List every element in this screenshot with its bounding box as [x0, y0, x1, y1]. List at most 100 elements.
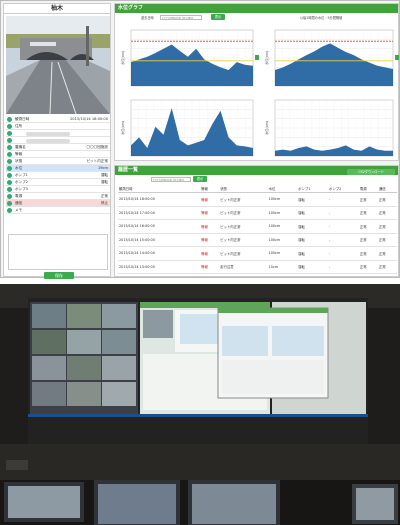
camera-image	[6, 16, 110, 114]
list-show-button[interactable]: 表示	[193, 176, 207, 182]
water-level-charts: 水位(cm) 水位(cm) 水位(cm) 水位(cm)	[120, 29, 399, 157]
column-header[interactable]: 状態	[219, 185, 268, 193]
info-row: ポンプ2 運転	[6, 179, 110, 186]
info-label: 水位	[15, 166, 23, 170]
info-row: 農機名 〇〇〇団施設	[6, 144, 110, 151]
info-label: 住所	[15, 124, 23, 128]
memo-field[interactable]	[8, 234, 108, 270]
table-cell: 2015/10/14 18:00:00	[118, 192, 201, 207]
table-row: 2015/10/14 13:00:00 警報 走行注意 15cm 運転 - 正常 正常	[118, 260, 397, 274]
info-row	[6, 130, 110, 137]
status-icon	[7, 138, 12, 143]
info-label: 電源	[15, 194, 23, 198]
column-header[interactable]: ポンプ1	[297, 185, 329, 193]
status-icon	[7, 180, 12, 185]
table-cell: 走行注意	[219, 260, 268, 274]
status-icon	[7, 152, 12, 157]
monitoring-screenshot: 柚木 観測日時 2015/10/14 18:00:00 住所 農機名 〇〇〇団施設 警報状…	[0, 0, 400, 279]
y-axis-label: 水位(cm)	[264, 51, 269, 65]
info-value: 〇〇〇団施設	[86, 145, 108, 149]
info-row: メモ	[6, 207, 110, 214]
table-row: 2015/10/14 18:00:00 警報 ピット内正常 100cm 運転 - 正常 正常	[118, 192, 397, 207]
table-cell: 2015/10/14 14:00:00	[118, 246, 201, 261]
info-value: 停止	[100, 201, 108, 205]
info-list: 観測日時 2015/10/14 18:00:00 住所 農機名 〇〇〇団施設 警報 状態 ピッ…	[6, 116, 110, 214]
table-cell: 100cm	[267, 192, 298, 207]
status-icon	[7, 194, 12, 199]
csv-download-button[interactable]: CSVダウンロード	[347, 169, 395, 175]
table-row: 2015/10/14 16:00:00 警報 ピット内正常 100cm 運転 - 正常 正常	[118, 219, 397, 234]
info-row: ポンプ3	[6, 186, 110, 193]
status-icon	[7, 166, 12, 171]
control-room-photo	[0, 284, 400, 525]
history-table: 観測日時 警報 状態 水位 ポンプ1 ポンプ2 電源 通信 2015/10/14 18:00:…	[118, 185, 397, 274]
table-cell: 運転	[297, 219, 329, 234]
info-label: メモ	[15, 208, 23, 212]
info-label: 農機名	[15, 145, 26, 149]
table-cell: ピット内正常	[219, 219, 268, 234]
status-icon	[7, 145, 12, 150]
info-value: 19cm	[97, 166, 108, 170]
table-cell: 警報	[200, 233, 220, 247]
info-label: 警報	[15, 152, 23, 156]
table-cell: 運転	[297, 260, 329, 274]
status-icon	[7, 187, 12, 192]
table-cell: 正常	[377, 219, 397, 234]
table-header-row: 観測日時 警報 状態 水位 ポンプ1 ポンプ2 電源 通信	[118, 185, 397, 193]
info-value: 運転	[100, 173, 108, 177]
history-list-panel: 履歴一覧 YYYY/MM/DD HH:MM 表示 CSVダウンロード 観測日時警…	[114, 165, 399, 277]
table-cell: 運転	[297, 192, 329, 207]
table-cell: -	[328, 206, 359, 220]
status-icon	[7, 208, 12, 213]
table-cell: -	[328, 246, 359, 261]
station-info-panel: 柚木 観測日時 2015/10/14 18:00:00 住所農機名 〇〇〇団施設警報状…	[3, 3, 111, 279]
table-cell: -	[328, 233, 359, 247]
table-cell: 2015/10/14 13:00:00	[118, 260, 201, 274]
station-name: 柚木	[4, 4, 110, 14]
y-axis-label: 水位(cm)	[120, 121, 125, 135]
table-cell: 警報	[200, 219, 220, 234]
table-cell: 正常	[358, 260, 378, 274]
table-cell: 運転	[297, 206, 329, 220]
info-row: 電源 正常	[6, 193, 110, 200]
table-cell: 15cm	[267, 260, 298, 274]
save-button[interactable]: 保存	[44, 272, 74, 279]
table-cell: 正常	[358, 246, 378, 261]
column-header[interactable]: 電源	[358, 185, 378, 193]
table-row: 2015/10/14 17:00:00 警報 ピット内正常 100cm 運転 - 正常 正常	[118, 206, 397, 220]
table-cell: 警報	[200, 246, 220, 261]
table-cell: -	[328, 219, 359, 234]
info-label: 通信	[15, 201, 23, 205]
info-value: 正常	[100, 194, 108, 198]
info-row: 観測日時 2015/10/14 18:00:00	[6, 116, 110, 123]
table-cell: 100cm	[267, 246, 298, 261]
column-header[interactable]: 観測日時	[118, 185, 201, 193]
table-cell: 2015/10/14 17:00:00	[118, 206, 201, 220]
info-row: 住所	[6, 123, 110, 130]
table-cell: 運転	[297, 233, 329, 247]
info-label: ポンプ1	[15, 173, 28, 177]
column-header[interactable]: 通信	[377, 185, 397, 193]
info-row: ポンプ1 運転	[6, 172, 110, 179]
column-header[interactable]: 警報	[200, 185, 220, 193]
water-level-graph-panel: 水位グラフ 過去日時 YYYY/MM/DD HH:MM 表示 以後2時間の水位・…	[114, 3, 399, 161]
column-header[interactable]: 水位	[267, 185, 298, 193]
y-axis-label: 水位(cm)	[264, 121, 269, 135]
column-header[interactable]: ポンプ2	[328, 185, 359, 193]
table-cell: -	[328, 192, 359, 207]
table-cell: 正常	[358, 206, 378, 220]
table-cell: 正常	[377, 206, 397, 220]
table-cell: ピット内正常	[219, 206, 268, 220]
table-cell: 100cm	[267, 233, 298, 247]
info-label: 状態	[15, 159, 23, 163]
graph-date-input[interactable]: YYYY/MM/DD HH:MM	[160, 14, 202, 20]
list-date-input[interactable]: YYYY/MM/DD HH:MM	[151, 176, 191, 182]
main-area: 水位グラフ 過去日時 YYYY/MM/DD HH:MM 表示 以後2時間の水位・…	[114, 3, 399, 277]
table-cell: 100cm	[267, 206, 298, 220]
redacted-text	[26, 131, 70, 136]
legend-icon	[395, 55, 399, 60]
info-label: ポンプ3	[15, 187, 28, 191]
status-icon	[7, 173, 12, 178]
graph-panel-title: 水位グラフ	[115, 4, 398, 13]
table-cell: 100cm	[267, 219, 298, 234]
